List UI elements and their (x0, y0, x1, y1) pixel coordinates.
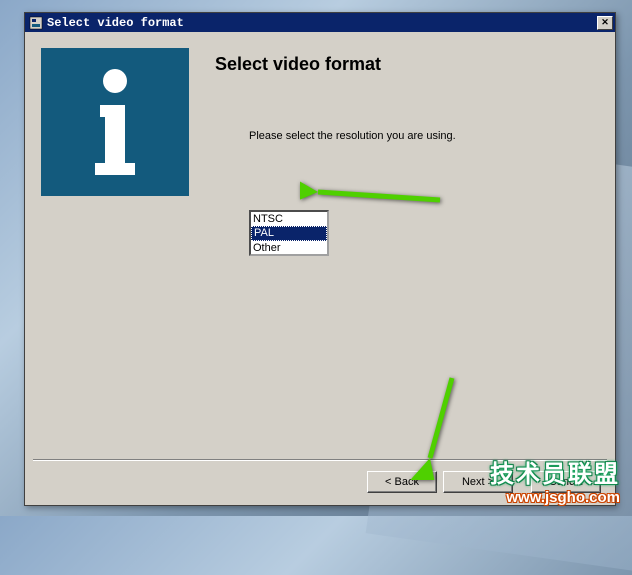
info-icon (80, 67, 150, 177)
titlebar[interactable]: Select video format ✕ (25, 13, 615, 32)
listbox-item-pal[interactable]: PAL (251, 226, 327, 241)
watermark: 技术员联盟 www.jsgho.com (490, 454, 620, 506)
app-icon (29, 16, 43, 30)
page-body-text: Please select the resolution you are usi… (249, 130, 456, 142)
page-heading: Select video format (215, 54, 381, 75)
wizard-image (41, 48, 189, 196)
close-icon: ✕ (601, 18, 609, 27)
titlebar-title: Select video format (47, 16, 184, 30)
dialog-window: Select video format ✕ Select video forma… (24, 12, 616, 506)
watermark-text: 技术员联盟 (490, 454, 620, 489)
back-button[interactable]: < Back (367, 471, 437, 493)
resolution-listbox[interactable]: NTSC PAL Other (249, 210, 329, 256)
dialog-content: Select video format Please select the re… (25, 32, 615, 505)
listbox-item-other[interactable]: Other (251, 241, 327, 255)
watermark-url: www.jsgho.com (490, 489, 620, 506)
listbox-item-ntsc[interactable]: NTSC (251, 212, 327, 226)
close-button[interactable]: ✕ (597, 16, 613, 30)
